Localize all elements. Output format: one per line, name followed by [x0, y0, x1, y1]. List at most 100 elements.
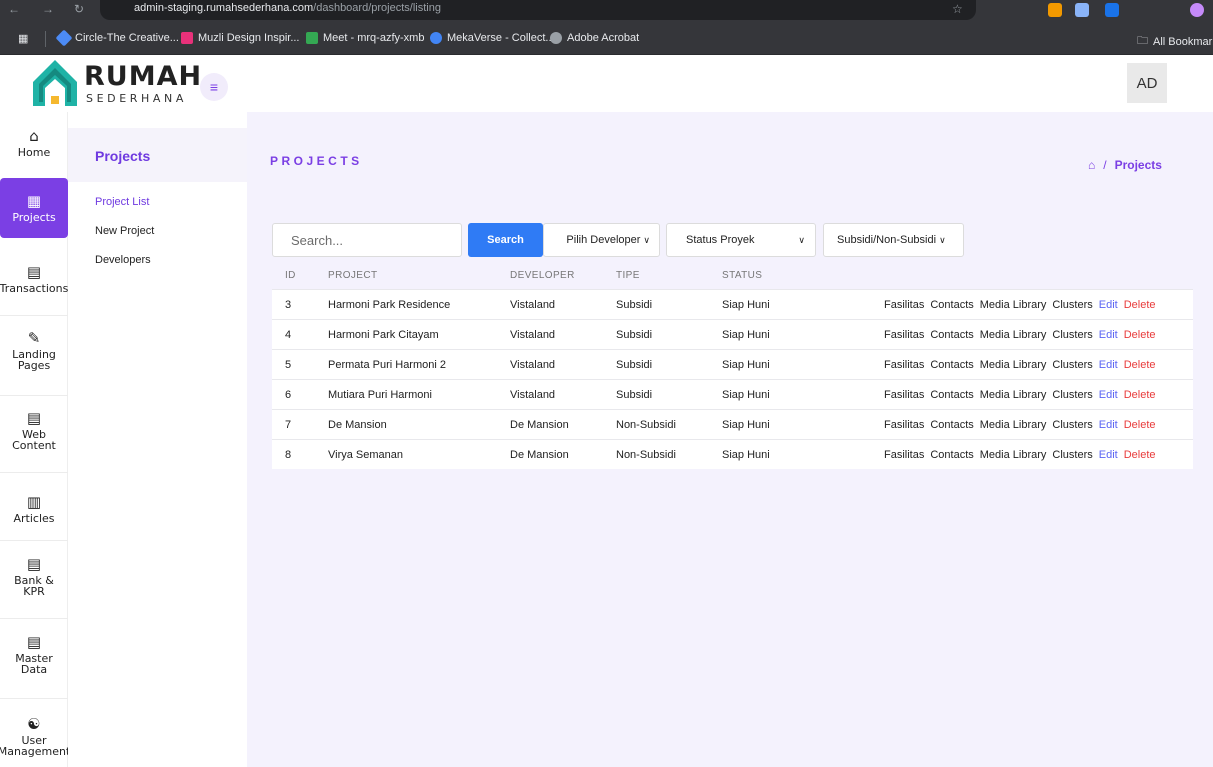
avatar[interactable]: AD — [1127, 63, 1167, 103]
reload-icon[interactable]: ↻ — [74, 2, 84, 16]
cell-developer: Vistaland — [510, 389, 556, 401]
url-text[interactable]: admin-staging.rumahsederhana.com/dashboa… — [134, 2, 441, 14]
media-library-link[interactable]: Media Library — [980, 299, 1047, 311]
delete-link[interactable]: Delete — [1124, 389, 1156, 401]
cell-developer: Vistaland — [510, 329, 556, 341]
edit-link[interactable]: Edit — [1099, 419, 1118, 431]
contacts-link[interactable]: Contacts — [930, 389, 973, 401]
contacts-link[interactable]: Contacts — [930, 449, 973, 461]
divider — [0, 395, 68, 396]
search-button[interactable]: Search — [468, 223, 543, 257]
cell-developer: Vistaland — [510, 299, 556, 311]
cell-status: Siap Huni — [722, 419, 770, 431]
users-icon: ☯ — [27, 716, 41, 733]
rumah-logo-icon[interactable] — [31, 58, 79, 108]
breadcrumb-current: Projects — [1114, 158, 1162, 172]
cell-project: Virya Semanan — [328, 449, 404, 461]
contacts-link[interactable]: Contacts — [930, 419, 973, 431]
search-input[interactable] — [272, 223, 462, 257]
clusters-link[interactable]: Clusters — [1052, 329, 1092, 341]
bookmark-item[interactable]: Meet - mrq-azfy-xmb — [306, 32, 424, 44]
bookmark-item[interactable]: Adobe Acrobat — [550, 32, 639, 44]
cell-id: 6 — [285, 389, 292, 401]
delete-link[interactable]: Delete — [1124, 359, 1156, 371]
edit-link[interactable]: Edit — [1099, 299, 1118, 311]
delete-link[interactable]: Delete — [1124, 419, 1156, 431]
developer-select[interactable]: Pilih Developer ∨ — [543, 223, 660, 257]
row-actions: Fasilitas Contacts Media Library Clusters Ed… — [884, 329, 1156, 341]
contacts-link[interactable]: Contacts — [930, 299, 973, 311]
fasilitas-link[interactable]: Fasilitas — [884, 389, 924, 401]
fasilitas-link[interactable]: Fasilitas — [884, 359, 924, 371]
edit-link[interactable]: Edit — [1099, 329, 1118, 341]
row-actions: Fasilitas Contacts Media Library Clusters Ed… — [884, 419, 1156, 431]
bookmark-item[interactable]: Muzli Design Inspir... — [181, 32, 299, 44]
nav-articles[interactable]: ▥ Articles — [0, 494, 68, 534]
extension-icon[interactable] — [1048, 3, 1062, 17]
media-library-link[interactable]: Media Library — [980, 419, 1047, 431]
bookmark-item[interactable]: MekaVerse - Collect... — [430, 32, 555, 44]
contacts-link[interactable]: Contacts — [930, 329, 973, 341]
cell-tipe: Non-Subsidi — [616, 449, 676, 461]
media-library-link[interactable]: Media Library — [980, 359, 1047, 371]
nav-web-content[interactable]: ▤ Web Content — [0, 410, 68, 460]
chevron-down-icon: ∨ — [643, 234, 650, 245]
subnav-new-project[interactable]: New Project — [95, 225, 154, 237]
column-header[interactable]: PROJECT — [328, 270, 377, 281]
edit-link[interactable]: Edit — [1099, 389, 1118, 401]
column-header[interactable]: TIPE — [616, 270, 640, 281]
edit-icon: ✎ — [27, 330, 41, 347]
column-header[interactable]: ID — [285, 270, 296, 281]
nav-projects[interactable]: ▦ Projects — [0, 178, 68, 238]
column-header[interactable]: STATUS — [722, 270, 762, 281]
media-library-link[interactable]: Media Library — [980, 389, 1047, 401]
subnav-developers[interactable]: Developers — [95, 254, 151, 266]
clusters-link[interactable]: Clusters — [1052, 359, 1092, 371]
fasilitas-link[interactable]: Fasilitas — [884, 419, 924, 431]
bookmark-star-icon[interactable]: ☆ — [952, 2, 963, 16]
bookmark-item[interactable]: Circle-The Creative... — [55, 29, 179, 47]
fasilitas-link[interactable]: Fasilitas — [884, 299, 924, 311]
back-icon[interactable]: ← — [8, 2, 20, 16]
clusters-link[interactable]: Clusters — [1052, 299, 1092, 311]
media-library-link[interactable]: Media Library — [980, 449, 1047, 461]
edit-link[interactable]: Edit — [1099, 449, 1118, 461]
all-bookmarks-folder[interactable]: 🗀All Bookmarks — [1137, 32, 1213, 51]
delete-link[interactable]: Delete — [1124, 329, 1156, 341]
edit-link[interactable]: Edit — [1099, 359, 1118, 371]
clusters-link[interactable]: Clusters — [1052, 449, 1092, 461]
menu-toggle-icon[interactable]: ≡ — [200, 73, 228, 101]
nav-transactions[interactable]: ▤ Transactions — [0, 264, 68, 304]
fasilitas-link[interactable]: Fasilitas — [884, 449, 924, 461]
home-icon[interactable]: ⌂ — [1088, 158, 1095, 172]
table-row: 5 Permata Puri Harmoni 2 Vistaland Subsidi S… — [272, 349, 1193, 379]
chevron-down-icon: ∨ — [798, 234, 805, 245]
delete-link[interactable]: Delete — [1124, 299, 1156, 311]
cell-status: Siap Huni — [722, 449, 770, 461]
subsidi-select[interactable]: Subsidi/Non-Subsidi ∨ — [823, 223, 964, 257]
nav-landing-pages[interactable]: ✎ Landing Pages — [0, 330, 68, 380]
column-header[interactable]: DEVELOPER — [510, 270, 575, 281]
extension-icon[interactable] — [1105, 3, 1119, 17]
contacts-link[interactable]: Contacts — [930, 359, 973, 371]
media-library-link[interactable]: Media Library — [980, 329, 1047, 341]
status-select[interactable]: Status Proyek ∨ — [666, 223, 816, 257]
profile-icon[interactable] — [1190, 3, 1204, 17]
clipboard-icon: ▤ — [26, 410, 42, 427]
nav-master-data[interactable]: ▤ Master Data — [0, 634, 68, 684]
delete-link[interactable]: Delete — [1124, 449, 1156, 461]
apps-grid-icon[interactable]: ▦ — [18, 32, 28, 45]
cell-project: Permata Puri Harmoni 2 — [328, 359, 446, 371]
fasilitas-link[interactable]: Fasilitas — [884, 329, 924, 341]
nav-bank-kpr[interactable]: ▤ Bank & KPR — [0, 556, 68, 606]
nav-user-management[interactable]: ☯ User Management — [0, 716, 68, 766]
clusters-link[interactable]: Clusters — [1052, 389, 1092, 401]
divider — [0, 618, 68, 619]
nav-home[interactable]: ⌂ Home — [0, 128, 68, 168]
extension-icon[interactable] — [1075, 3, 1089, 17]
projects-subnav: Projects Project List New Project Develo… — [68, 112, 247, 767]
main-nav-rail: ⌂ Home ▦ Projects ▤ Transactions ✎ Landi… — [0, 112, 68, 767]
subnav-project-list[interactable]: Project List — [95, 196, 149, 208]
forward-icon[interactable]: → — [42, 2, 54, 16]
clusters-link[interactable]: Clusters — [1052, 419, 1092, 431]
